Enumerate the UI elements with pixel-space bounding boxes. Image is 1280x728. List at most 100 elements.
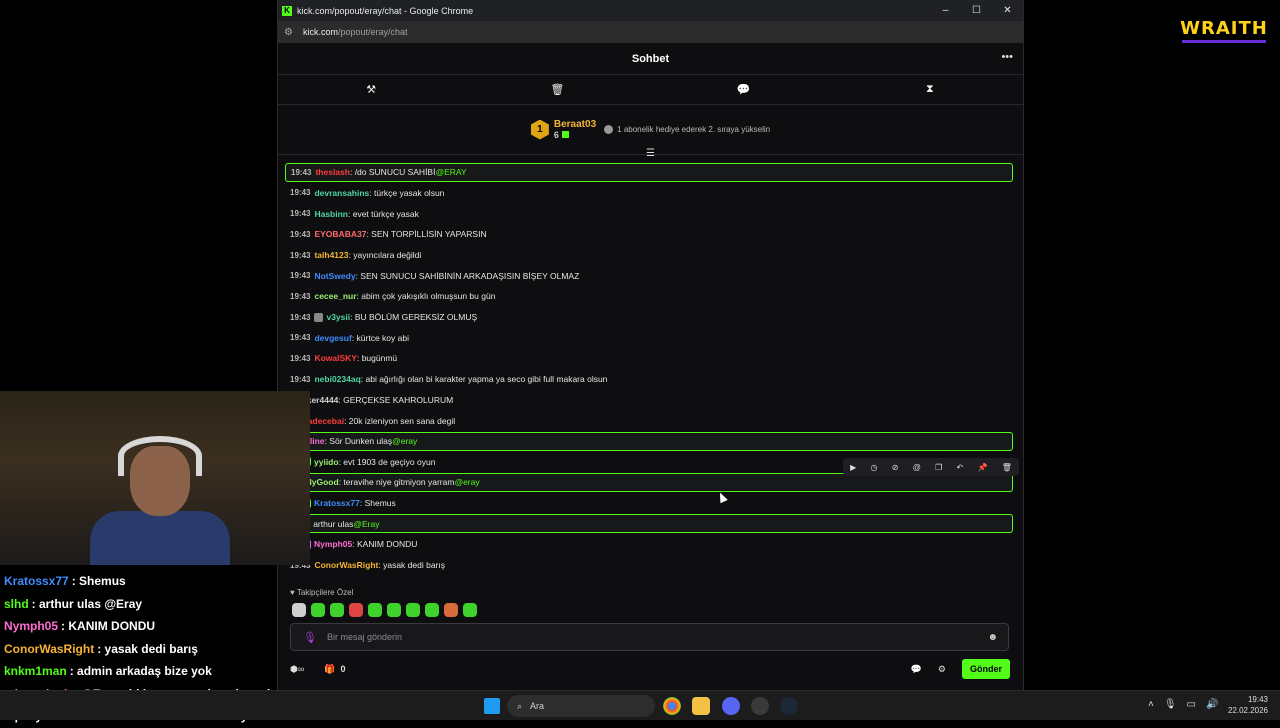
system-clock[interactable]: 19:43 22.02.2026 <box>1226 694 1268 716</box>
hammer-icon[interactable]: ⚒ <box>278 75 464 104</box>
clock-icon[interactable]: ◷ <box>871 463 878 472</box>
emote[interactable] <box>463 603 477 617</box>
emote[interactable] <box>368 603 382 617</box>
message-username[interactable]: EYOBABA37 <box>314 229 366 239</box>
close-button[interactable]: ✕ <box>992 5 1023 16</box>
chat-message[interactable]: 19:43 theslash: /do SUNUCU SAHİBİ @ERAY <box>285 162 1013 182</box>
top-gifter-count: 6 <box>554 130 596 140</box>
site-info-icon[interactable]: ⚙ <box>284 27 293 38</box>
pin-icon[interactable]: 📌 <box>977 463 987 472</box>
overlay-username: Nymph05 <box>4 619 59 634</box>
message-mention[interactable]: @eray <box>392 436 417 446</box>
play-icon[interactable]: ▶ <box>850 463 856 472</box>
message-username[interactable]: devransahins <box>314 188 369 198</box>
chat-message[interactable]: 19:43 ConorWasRight: yasak dedi barış <box>285 555 1013 576</box>
message-mention[interactable]: @eray <box>454 477 479 487</box>
overlay-chat-line: Kratossx77: Shemus <box>0 570 310 593</box>
app-icon[interactable] <box>751 697 769 715</box>
message-username[interactable]: Hasbinn <box>314 209 348 219</box>
gift-box-icon[interactable]: 🎁 <box>324 664 335 675</box>
chat-message[interactable]: 19:43 v3ysii: BU BÖLÜM GEREKSİZ OLMUŞ <box>285 307 1013 328</box>
message-mention[interactable]: @Eray <box>353 519 379 529</box>
overlay-username: slhd <box>4 596 29 611</box>
emote[interactable] <box>444 603 458 617</box>
emote[interactable] <box>387 603 401 617</box>
hourglass-icon[interactable]: ⧗ <box>837 75 1023 104</box>
chat-message[interactable]: Kratossx77: Shemus <box>285 493 1013 514</box>
address-bar[interactable]: ⚙ kick.com/popout/eray/chat <box>278 21 1023 43</box>
chat-message[interactable]: 19:43 devransahins: türkçe yasak olsun <box>285 183 1013 204</box>
reply-icon[interactable]: ↶ <box>957 463 964 472</box>
message-text: : Shemus <box>359 498 396 509</box>
chat-message[interactable]: 19:43 talh4123: yayıncılara değildi <box>285 245 1013 266</box>
chat-header: Sohbet ••• <box>278 43 1023 75</box>
message-username[interactable]: yyiido <box>314 457 339 467</box>
gift-count: 0 <box>340 664 346 674</box>
chat-message[interactable]: 19:43 EYOBABA37: SEN TORPİLLİSİN YAPARSIN <box>285 224 1013 245</box>
chat-message[interactable]: ilker4444: GERÇEKSE KAHROLURUM <box>285 389 1013 410</box>
windows-start-icon[interactable] <box>484 698 500 714</box>
chat-message[interactable]: 19:43 nebi0234aq: abi ağırlığı olan bi ka… <box>285 369 1013 390</box>
emote[interactable] <box>349 603 363 617</box>
taskbar-search-label: Ara <box>530 701 545 711</box>
chrome-icon[interactable] <box>663 697 681 715</box>
kick-favicon-icon: K <box>282 5 292 16</box>
minimize-button[interactable]: – <box>930 5 961 16</box>
webcam-body <box>90 511 230 565</box>
message-username[interactable]: v3ysii <box>326 312 350 322</box>
network-icon[interactable]: ▭ <box>1187 699 1196 710</box>
chat-message[interactable]: slhd: arthur ulas @Eray <box>285 514 1013 534</box>
chat-message[interactable]: Sadecebai: 20k izleniyon sen sana degil <box>285 410 1013 431</box>
settings-gear-icon[interactable]: ⚙ <box>938 664 946 675</box>
emote[interactable] <box>311 603 325 617</box>
file-explorer-icon[interactable] <box>692 697 710 715</box>
chat-message[interactable]: 19:43 NotSwedy: SEN SUNUCU SAHİBİNİN ARKA… <box>285 265 1013 286</box>
message-text: : SEN TORPİLLİSİN YAPARSIN <box>366 229 487 240</box>
chat-input[interactable]: 🎙 Bir mesaj gönderin ☻ <box>290 623 1009 651</box>
message-username[interactable]: Nymph05 <box>314 539 352 549</box>
chevron-up-icon[interactable]: ˄ <box>1148 699 1154 710</box>
chat-messages: 19:43 theslash: /do SUNUCU SAHİBİ @ERAY 19… <box>285 162 1013 575</box>
mic-tray-icon[interactable]: 🎙 <box>1164 699 1177 710</box>
message-username[interactable]: talh4123 <box>314 250 348 260</box>
emote[interactable] <box>406 603 420 617</box>
emoji-icon[interactable]: ☻ <box>987 632 998 643</box>
message-username[interactable]: nebi0234aq <box>314 374 360 384</box>
trash-icon[interactable]: 🗑 <box>464 75 650 104</box>
chat-message[interactable]: 19:43 cecee_nur: abim çok yakışıklı olmuş… <box>285 286 1013 307</box>
ban-icon[interactable]: ⊘ <box>892 463 899 472</box>
message-username[interactable]: Kratossx77 <box>314 498 360 508</box>
chat-settings-bubble-icon[interactable]: 💬 <box>911 664 922 675</box>
message-username[interactable]: NotSwedy <box>314 271 355 281</box>
more-options-icon[interactable]: ••• <box>1001 51 1013 63</box>
chat-message[interactable]: 19:43 Hasbinn: evet türkçe yasak <box>285 203 1013 224</box>
message-username[interactable]: KowalSKY <box>314 353 357 363</box>
chat-bubble-icon[interactable]: 💬 <box>651 75 837 104</box>
delete-icon[interactable]: 🗑 <box>1002 463 1012 472</box>
message-text: : 20k izleniyon sen sana degil <box>344 415 456 426</box>
emote[interactable] <box>330 603 344 617</box>
discord-icon[interactable] <box>722 697 740 715</box>
chat-message[interactable]: Nymph05: KANIM DONDU <box>285 534 1013 555</box>
taskbar-search[interactable]: ⌕ Ara <box>507 695 655 717</box>
message-username[interactable]: ConorWasRight <box>314 560 378 570</box>
maximize-button[interactable]: ☐ <box>961 5 992 16</box>
collapse-icon[interactable]: ☰ <box>646 148 655 159</box>
chat-message[interactable]: 19:43 KowalSKY: bugünmü <box>285 348 1013 369</box>
message-username[interactable]: theslash <box>315 167 350 177</box>
streamer-webcam <box>0 391 310 565</box>
message-mention[interactable]: @ERAY <box>435 167 466 177</box>
top-gifter[interactable]: Beraat03 6 <box>554 119 596 140</box>
message-username[interactable]: cecee_nur <box>314 291 356 301</box>
copy-icon[interactable]: ❐ <box>935 463 942 472</box>
mention-icon[interactable]: @ <box>913 463 921 472</box>
system-tray: ˄ 🎙 ▭ 🔊 <box>1148 699 1218 710</box>
send-button[interactable]: Gönder <box>961 659 1010 679</box>
volume-icon[interactable]: 🔊 <box>1206 699 1218 710</box>
overlay-username: ConorWasRight <box>4 641 95 656</box>
message-username[interactable]: devgesuf <box>314 333 351 343</box>
steam-icon[interactable] <box>780 697 798 715</box>
emote[interactable] <box>425 603 439 617</box>
chat-message[interactable]: 19:43 devgesuf: kürtce koy abi <box>285 327 1013 348</box>
chat-message[interactable]: Paroline: Sör Dunken ulaş @eray <box>285 431 1013 451</box>
